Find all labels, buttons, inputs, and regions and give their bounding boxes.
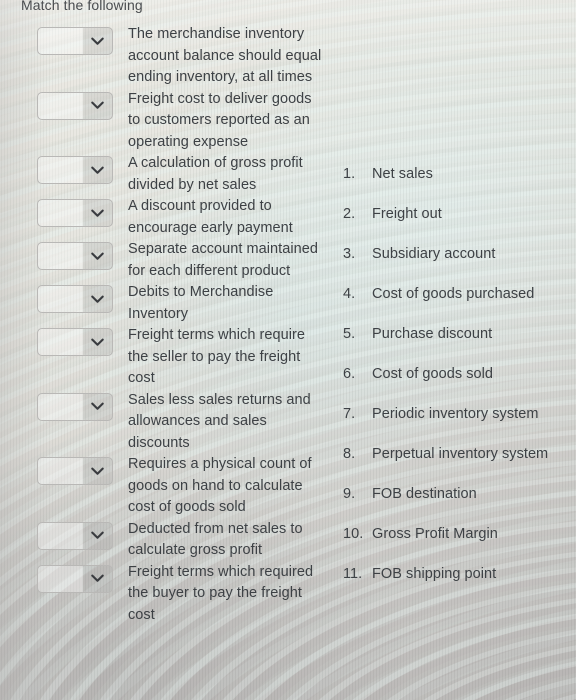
chevron-down-icon: [83, 252, 112, 261]
chevron-down-icon: [83, 402, 112, 411]
answer-dropdown-3[interactable]: [37, 156, 113, 184]
option-item-10: 10. Gross Profit Margin: [336, 526, 576, 566]
match-prompt-text: Freight terms which required the buyer t…: [128, 563, 314, 623]
answer-dropdown-10[interactable]: [37, 521, 113, 550]
match-prompt-text: Requires a physical count of goods on ha…: [128, 456, 312, 515]
option-label: Net sales: [372, 166, 433, 182]
answer-dropdown-9[interactable]: [37, 457, 113, 485]
chevron-down-icon: [83, 37, 112, 46]
chevron-down-icon: [83, 209, 112, 218]
chevron-down-icon: [83, 166, 112, 175]
option-number: 1.: [343, 166, 356, 182]
option-item-1: 1. Net sales: [336, 166, 576, 206]
match-prompt-text: Deducted from net sales to calculate gro…: [128, 520, 303, 559]
match-row: Separate account maintained for each dif…: [0, 239, 330, 282]
option-label: Freight out: [372, 206, 442, 222]
option-label: Cost of goods sold: [372, 366, 493, 382]
answer-dropdown-4[interactable]: [37, 199, 113, 227]
option-number: 7.: [343, 406, 356, 422]
option-number: 9.: [343, 486, 356, 502]
chevron-down-icon: [83, 295, 112, 304]
option-item-11: 11. FOB shipping point: [336, 566, 576, 606]
page-title: Match the following: [21, 0, 143, 13]
option-item-8: 8. Perpetual inventory system: [336, 446, 576, 486]
match-prompt-text: Debits to Merchandise Inventory: [128, 284, 274, 322]
match-row: Freight terms which require the seller t…: [0, 325, 330, 390]
option-item-4: 4. Cost of goods purchased: [336, 286, 576, 326]
option-label: Gross Profit Margin: [372, 526, 498, 542]
answer-dropdown-8[interactable]: [37, 392, 113, 421]
option-item-9: 9. FOB destination: [336, 486, 576, 526]
option-number: 11.: [343, 566, 363, 582]
answer-dropdown-7[interactable]: [37, 328, 113, 356]
match-items-list: The merchandise inventory account balanc…: [0, 24, 330, 626]
match-row: Freight terms which required the buyer t…: [0, 562, 330, 627]
option-number: 8.: [343, 446, 356, 462]
match-prompt-text: Sales less sales returns and allowances …: [128, 391, 311, 451]
option-number: 3.: [343, 246, 356, 262]
answer-dropdown-2[interactable]: [37, 91, 113, 120]
option-label: Periodic inventory system: [372, 406, 539, 422]
option-number: 10.: [343, 526, 364, 542]
chevron-down-icon: [83, 467, 112, 476]
option-number: 5.: [343, 326, 356, 342]
match-row: Requires a physical count of goods on ha…: [0, 454, 330, 519]
match-row: A discount provided to encourage early p…: [0, 196, 330, 239]
match-row: Sales less sales returns and allowances …: [0, 390, 330, 455]
option-label: Purchase discount: [372, 326, 493, 342]
option-label: Cost of goods purchased: [372, 286, 535, 302]
match-prompt-text: Freight cost to deliver goods to custome…: [128, 90, 312, 150]
chevron-down-icon: [83, 531, 112, 540]
option-label: FOB destination: [372, 486, 477, 502]
answer-dropdown-5[interactable]: [37, 242, 113, 270]
option-item-2: 2. Freight out: [336, 206, 576, 246]
chevron-down-icon: [83, 101, 112, 110]
match-prompt-text: Freight terms which require the seller t…: [128, 327, 306, 386]
match-prompt-text: A calculation of gross profit divided by…: [128, 155, 303, 193]
answer-dropdown-11[interactable]: [37, 564, 113, 593]
match-prompt-text: Separate account maintained for each dif…: [128, 241, 318, 279]
option-item-6: 6. Cost of goods sold: [336, 366, 576, 406]
match-prompt-text: The merchandise inventory account balanc…: [128, 26, 322, 85]
quiz-screen-photo: Match the following The merchandise inve…: [0, 0, 576, 700]
options-list: 1. Net sales 2. Freight out 3. Subsidiary acc…: [336, 166, 576, 606]
option-number: 4.: [343, 286, 356, 302]
option-label: Subsidiary account: [372, 246, 496, 262]
match-row: Freight cost to deliver goods to custome…: [0, 89, 330, 154]
option-number: 2.: [343, 206, 356, 222]
answer-dropdown-6[interactable]: [37, 285, 113, 313]
option-item-3: 3. Subsidiary account: [336, 246, 576, 286]
option-item-5: 5. Purchase discount: [336, 326, 576, 366]
chevron-down-icon: [83, 574, 112, 583]
match-prompt-text: A discount provided to encourage early p…: [128, 198, 293, 236]
option-label: Perpetual inventory system: [372, 446, 549, 462]
match-row: A calculation of gross profit divided by…: [0, 153, 330, 196]
chevron-down-icon: [83, 338, 112, 347]
answer-dropdown-1[interactable]: [37, 27, 113, 55]
match-row: The merchandise inventory account balanc…: [0, 24, 330, 89]
match-row: Debits to Merchandise Inventory: [0, 282, 330, 325]
option-item-7: 7. Periodic inventory system: [336, 406, 576, 446]
option-label: FOB shipping point: [372, 566, 497, 582]
match-row: Deducted from net sales to calculate gro…: [0, 519, 330, 562]
option-number: 6.: [343, 366, 356, 382]
